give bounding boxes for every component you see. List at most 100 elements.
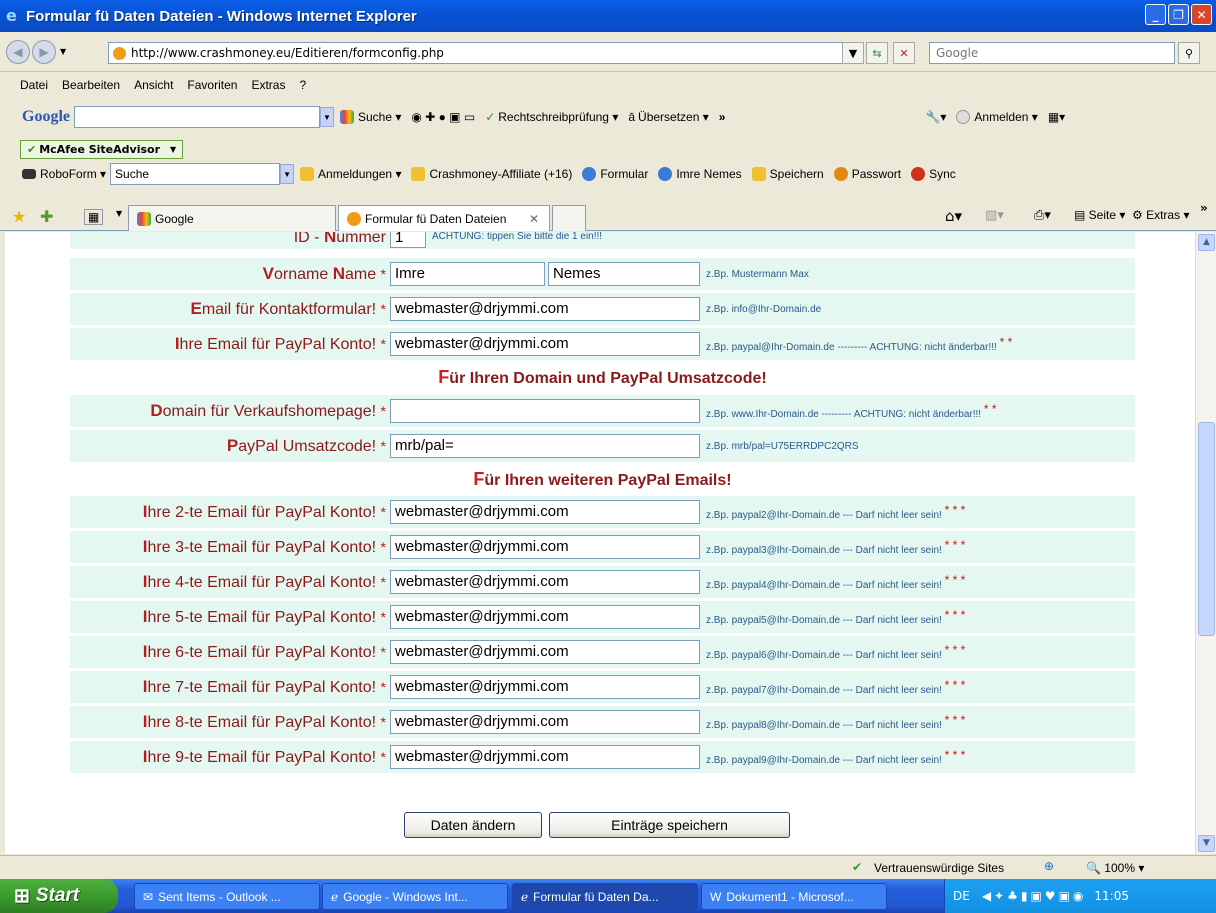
save-entries-button[interactable]: Einträge speichern <box>549 812 790 838</box>
extra-email-label: Ihre 6-te Email für PayPal Konto! * <box>142 642 386 661</box>
menu-datei[interactable]: Datei <box>20 78 48 92</box>
roboform-button[interactable]: RoboForm ▾ <box>22 167 106 181</box>
password-icon <box>833 167 848 181</box>
contact-email-input[interactable]: webmaster@drjymmi.com <box>390 297 700 321</box>
menu-bearbeiten[interactable]: Bearbeiten <box>62 78 120 92</box>
taskbar-item-formular[interactable]: ℯ Formular fü Daten Da... <box>512 883 698 910</box>
extra-email-input[interactable]: webmaster@drjymmi.com <box>390 535 700 559</box>
formular-icon <box>582 167 597 181</box>
tab-list-icon[interactable]: ▼ <box>116 209 122 218</box>
translate-button[interactable]: ā Übersetzen ▾ <box>628 110 708 124</box>
umsatzcode-input[interactable]: mrb/pal= <box>390 434 700 458</box>
roboform-password[interactable]: Passwort <box>833 167 901 181</box>
taskbar-item-google-ie[interactable]: ℯ Google - Windows Int... <box>322 883 508 910</box>
menu-extras[interactable]: Extras <box>251 78 285 92</box>
change-data-button[interactable]: Daten ändern <box>404 812 542 838</box>
add-favorites-icon[interactable]: ✚ <box>40 207 53 226</box>
roboform-search-input[interactable]: Suche <box>110 163 281 185</box>
ie-icon: ℯ <box>331 889 339 904</box>
ie-logo-icon: e <box>6 6 17 25</box>
mcafee-siteadvisor-button[interactable]: ✔ McAfee SiteAdvisor ▼ <box>20 140 184 159</box>
taskbar-item-word[interactable]: W Dokument1 - Microsof... <box>701 883 887 910</box>
extra-email-label: Ihre 8-te Email für PayPal Konto! * <box>142 712 386 731</box>
tab-google[interactable]: Google <box>128 205 336 231</box>
url-dropdown-icon[interactable]: ▼ <box>842 42 864 64</box>
print-icon[interactable]: ⎙▾ <box>1034 208 1051 223</box>
start-button[interactable]: ⊞ Start <box>0 879 118 913</box>
roboform-affiliate[interactable]: Crashmoney-Affiliate (+16) <box>411 167 572 181</box>
roboform-identity[interactable]: Imre Nemes <box>658 167 742 181</box>
search-icon[interactable]: ⚲ <box>1178 42 1200 64</box>
roboform-logins[interactable]: Anmeldungen ▾ <box>300 167 401 181</box>
id-input[interactable]: 1 <box>390 232 426 248</box>
back-button[interactable]: ◀ <box>6 39 30 64</box>
extra-email-input[interactable]: webmaster@drjymmi.com <box>390 710 700 734</box>
url-field[interactable]: http://www.crashmoney.eu/Editieren/formc… <box>108 42 860 64</box>
first-name-input[interactable]: Imre <box>390 262 545 286</box>
extra-email-input[interactable]: webmaster@drjymmi.com <box>390 570 700 594</box>
extra-email-row-4: Ihre 4-te Email für PayPal Konto! * webm… <box>70 566 1135 598</box>
outlook-icon: ✉ <box>143 889 154 904</box>
feeds-icon[interactable]: ▧▾ <box>985 208 1004 223</box>
signin-button[interactable]: Anmelden ▾ <box>956 110 1038 124</box>
google-extra-icons[interactable]: ◉ ✚ ● ▣ ▭ <box>411 110 475 124</box>
wrench-icon[interactable]: 🔧▾ <box>925 110 946 124</box>
stop-icon[interactable]: ✕ <box>893 42 915 64</box>
google-toolbar-input[interactable] <box>74 106 320 128</box>
extras-menu[interactable]: ⚙ Extras ▾ <box>1132 208 1189 222</box>
pdf-icon[interactable]: ▦▾ <box>1048 110 1065 124</box>
extra-email-input[interactable]: webmaster@drjymmi.com <box>390 605 700 629</box>
menu-ansicht[interactable]: Ansicht <box>134 78 173 92</box>
google-input-dropdown-icon[interactable]: ▼ <box>320 107 334 127</box>
paypal-email-input[interactable]: webmaster@drjymmi.com <box>390 332 700 356</box>
roboform-formular[interactable]: Formular <box>582 167 648 181</box>
close-button[interactable]: ✕ <box>1191 4 1212 25</box>
domain-input[interactable] <box>390 399 700 423</box>
page-menu[interactable]: ▤ Seite ▾ <box>1074 208 1125 222</box>
scroll-down-icon[interactable]: ▼ <box>1198 835 1215 852</box>
extra-email-input[interactable]: webmaster@drjymmi.com <box>390 500 700 524</box>
tray-icons[interactable]: ◀✦♣▮▣♥▣◉ <box>982 889 1087 903</box>
favorites-star-icon[interactable]: ★ <box>12 207 26 226</box>
google-search-button[interactable]: Suche ▾ <box>340 110 401 124</box>
roboform-sync[interactable]: Sync <box>911 167 956 181</box>
domain-hint: z.Bp. www.Ihr-Domain.de --------- ACHTUN… <box>706 402 997 420</box>
spellcheck-button[interactable]: ✓ Rechtschreibprüfung ▾ <box>485 110 618 124</box>
contact-email-row: Email für Kontaktformular! * webmaster@d… <box>70 293 1135 325</box>
history-dropdown-icon[interactable]: ▼ <box>60 47 66 56</box>
tab-formular[interactable]: Formular fü Daten Dateien ✕ <box>338 205 550 231</box>
scroll-thumb[interactable] <box>1198 422 1215 636</box>
search-input[interactable]: Google <box>929 42 1175 64</box>
forward-button[interactable]: ▶ <box>32 39 56 64</box>
close-tab-icon[interactable]: ✕ <box>529 212 539 226</box>
mcafee-label: McAfee SiteAdvisor <box>39 143 161 156</box>
extra-email-input[interactable]: webmaster@drjymmi.com <box>390 640 700 664</box>
quick-tabs-icon[interactable]: ▦ <box>84 209 104 225</box>
scroll-up-icon[interactable]: ▲ <box>1198 234 1215 251</box>
chevron-more-icon[interactable]: » <box>1200 201 1208 215</box>
taskbar-item-outlook[interactable]: ✉ Sent Items - Outlook ... <box>134 883 320 910</box>
roboform-save[interactable]: Speichern <box>751 167 824 181</box>
extra-email-label: Ihre 5-te Email für PayPal Konto! * <box>142 607 386 626</box>
menu-help[interactable]: ? <box>299 78 306 92</box>
extra-email-row-6: Ihre 6-te Email für PayPal Konto! * webm… <box>70 636 1135 668</box>
vertical-scrollbar[interactable]: ▲ ▼ <box>1195 232 1216 854</box>
zoom-control[interactable]: 🔍 100% ▾ <box>1086 861 1144 875</box>
extra-email-input[interactable]: webmaster@drjymmi.com <box>390 675 700 699</box>
menu-favoriten[interactable]: Favoriten <box>187 78 237 92</box>
extra-email-input[interactable]: webmaster@drjymmi.com <box>390 745 700 769</box>
affiliate-icon <box>411 167 426 181</box>
maximize-button[interactable]: ❐ <box>1168 4 1189 25</box>
minimize-button[interactable]: _ <box>1145 4 1166 25</box>
last-name-input[interactable]: Nemes <box>548 262 700 286</box>
mcafee-dropdown-icon[interactable]: ▼ <box>170 145 176 154</box>
home-icon[interactable]: ⌂▾ <box>945 207 962 225</box>
roboform-search-dropdown-icon[interactable]: ▼ <box>280 164 295 184</box>
translate-icon: ā <box>628 110 636 124</box>
new-tab-button[interactable] <box>552 205 586 231</box>
more-button[interactable]: » <box>719 110 726 124</box>
language-indicator[interactable]: DE <box>953 889 970 903</box>
refresh-icon[interactable]: ⇆ <box>866 42 888 64</box>
sync-icon <box>911 167 926 181</box>
contact-email-hint: z.Bp. info@Ihr-Domain.de <box>706 303 822 315</box>
